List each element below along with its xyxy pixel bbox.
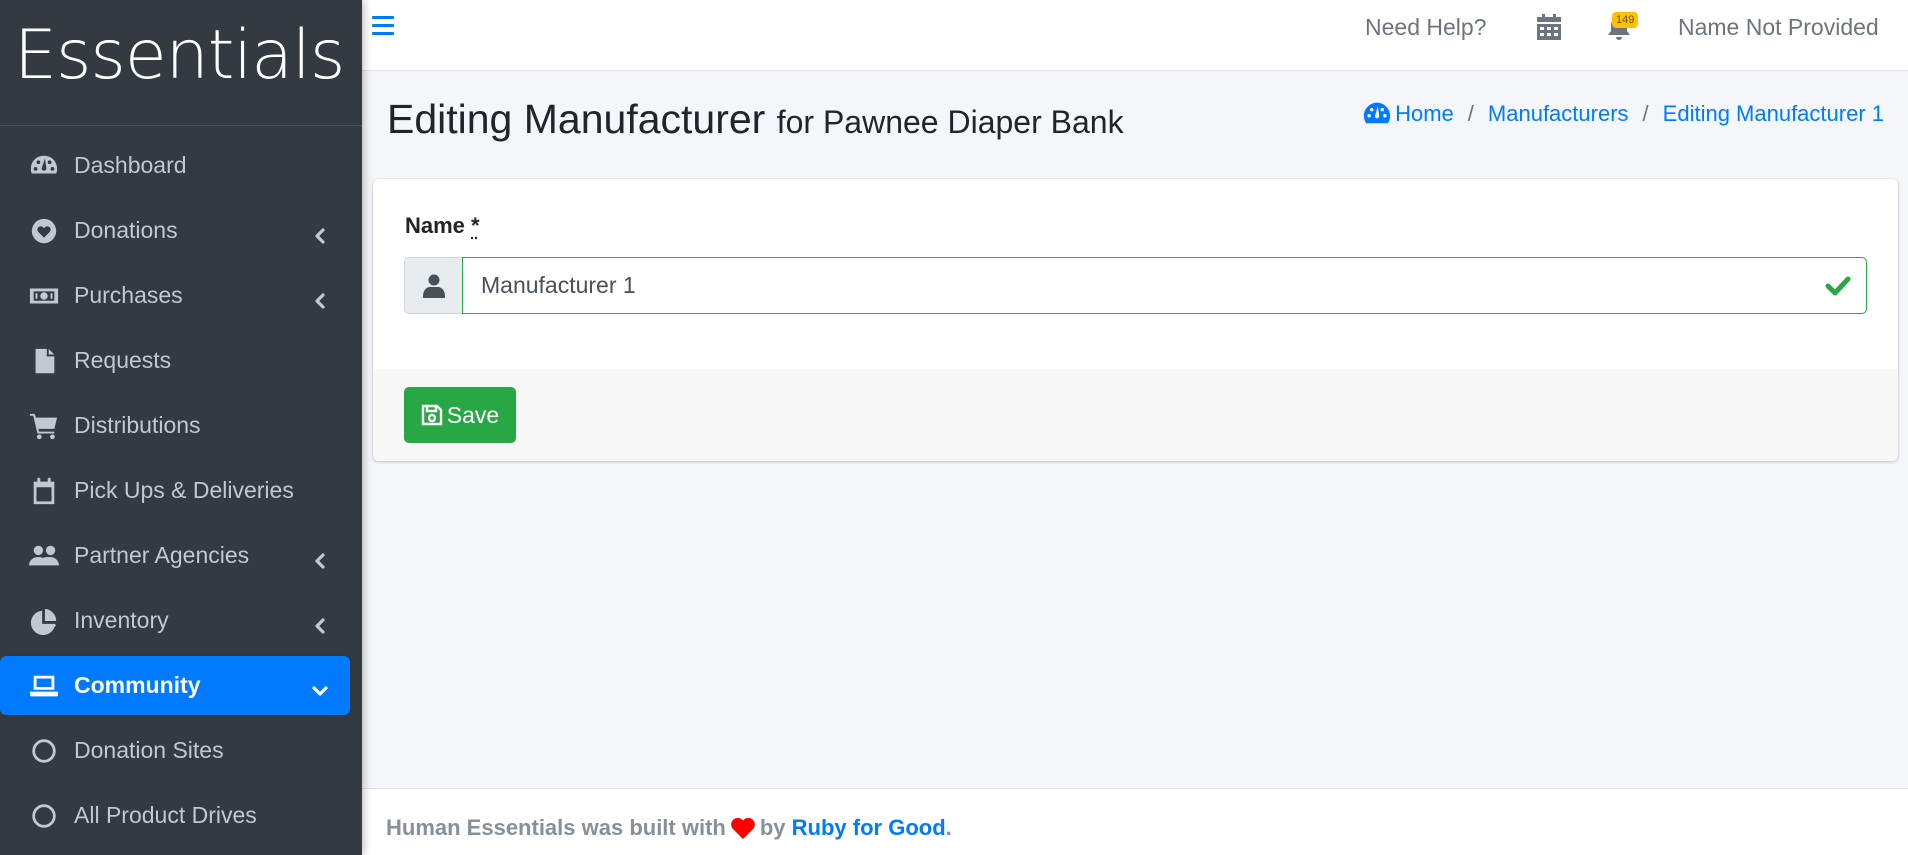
calendar-icon[interactable] (1537, 14, 1561, 40)
footer-by: by (759, 815, 786, 840)
sidebar-item-label: All Product Drives (74, 802, 257, 828)
chevron-left-icon (312, 548, 328, 569)
name-label: Name * (405, 213, 480, 239)
ruby-for-good-link[interactable]: Ruby for Good (792, 815, 946, 841)
laptop-icon (28, 670, 60, 702)
footer-suffix: . (945, 815, 952, 840)
manufacturer-form-card: Name * Manufacturer 1 Save (373, 179, 1898, 461)
sidebar-item-label: Dashboard (74, 152, 187, 178)
sidebar-item-distributions[interactable]: Distributions (0, 396, 350, 455)
breadcrumb-separator: / (1642, 101, 1649, 126)
breadcrumb-separator: / (1467, 101, 1474, 126)
sidebar-item-requests[interactable]: Requests (0, 331, 350, 390)
page-title: Editing Manufacturer for Pawnee Diaper B… (387, 96, 1124, 143)
card-footer: Save (373, 369, 1898, 461)
breadcrumb-current[interactable]: Editing Manufacturer 1 (1663, 101, 1884, 127)
save-button[interactable]: Save (404, 387, 516, 443)
need-help-link[interactable]: Need Help? (1365, 14, 1486, 41)
calendar-icon (28, 475, 60, 507)
dashboard-gauge-icon (1363, 102, 1391, 124)
menu-toggle-icon[interactable] (372, 16, 394, 36)
sidebar-item-label: Purchases (74, 282, 183, 308)
file-icon (28, 345, 60, 377)
sidebar-item-partner-agencies[interactable]: Partner Agencies (0, 526, 350, 585)
check-icon (1824, 274, 1852, 298)
sidebar-item-label: Inventory (74, 607, 169, 633)
chevron-left-icon (312, 613, 328, 634)
chevron-left-icon (312, 288, 328, 309)
chevron-down-icon (312, 678, 328, 696)
brand-text: Essentials (14, 15, 345, 95)
notification-badge: 149 (1612, 12, 1639, 28)
name-input[interactable]: Manufacturer 1 (462, 257, 1867, 314)
user-icon (422, 274, 445, 298)
sidebar-nav: Dashboard Donations Purchases Requests D… (0, 126, 362, 845)
sidebar-item-inventory[interactable]: Inventory (0, 591, 350, 650)
sidebar-item-label: Pick Ups & Deliveries (74, 477, 294, 503)
sidebar-item-pickups-deliveries[interactable]: Pick Ups & Deliveries (0, 461, 350, 520)
sidebar: Essentials Dashboard Donations Purchases (0, 0, 362, 855)
money-bill-icon (28, 280, 60, 312)
circle-icon (28, 735, 60, 767)
name-label-text: Name (405, 213, 465, 238)
content-header: Editing Manufacturer for Pawnee Diaper B… (362, 71, 1908, 179)
required-marker: * (471, 213, 480, 238)
dashboard-gauge-icon (28, 150, 60, 182)
brand-logo[interactable]: Essentials (0, 0, 362, 126)
page-title-text: Editing Manufacturer (387, 96, 766, 142)
breadcrumb-manufacturers[interactable]: Manufacturers (1488, 101, 1629, 127)
sidebar-item-donations[interactable]: Donations (0, 201, 350, 260)
sidebar-item-community[interactable]: Community (0, 656, 350, 715)
breadcrumb: Home / Manufacturers / Editing Manufactu… (1363, 101, 1884, 127)
sidebar-item-label: Requests (74, 347, 172, 373)
sidebar-item-label: Donations (74, 217, 178, 243)
breadcrumb-home-label: Home (1395, 101, 1454, 126)
users-icon (28, 540, 60, 572)
sidebar-item-label: Distributions (74, 412, 201, 438)
sidebar-item-label: Donation Sites (74, 737, 224, 763)
breadcrumb-home[interactable]: Home (1363, 101, 1454, 127)
sidebar-item-label: Community (74, 672, 201, 698)
user-menu[interactable]: Name Not Provided (1678, 14, 1879, 41)
circle-icon (28, 800, 60, 832)
sidebar-item-label: Partner Agencies (74, 542, 250, 568)
sidebar-item-donation-sites[interactable]: Donation Sites (0, 721, 350, 780)
sidebar-item-all-product-drives[interactable]: All Product Drives (0, 786, 350, 845)
page-subtitle: for Pawnee Diaper Bank (776, 104, 1124, 140)
heart-circle-icon (28, 215, 60, 247)
pie-chart-icon (28, 605, 60, 637)
shopping-cart-icon (28, 410, 60, 442)
footer: Human Essentials was built with by Ruby … (362, 788, 1908, 855)
heart-icon (731, 817, 755, 839)
topbar: Need Help? 149 Name Not Provided (362, 0, 1908, 71)
floppy-disk-icon (421, 404, 442, 426)
footer-text: Human Essentials was built with by Ruby … (386, 815, 952, 841)
chevron-left-icon (312, 223, 328, 244)
sidebar-item-dashboard[interactable]: Dashboard (0, 136, 350, 195)
sidebar-item-purchases[interactable]: Purchases (0, 266, 350, 325)
save-button-label: Save (446, 401, 500, 428)
card-body: Name * Manufacturer 1 (373, 179, 1898, 369)
name-input-group: Manufacturer 1 (404, 257, 1867, 314)
input-prepend (404, 257, 462, 314)
name-input-value: Manufacturer 1 (481, 272, 636, 298)
footer-prefix: Human Essentials was built with (386, 815, 726, 840)
